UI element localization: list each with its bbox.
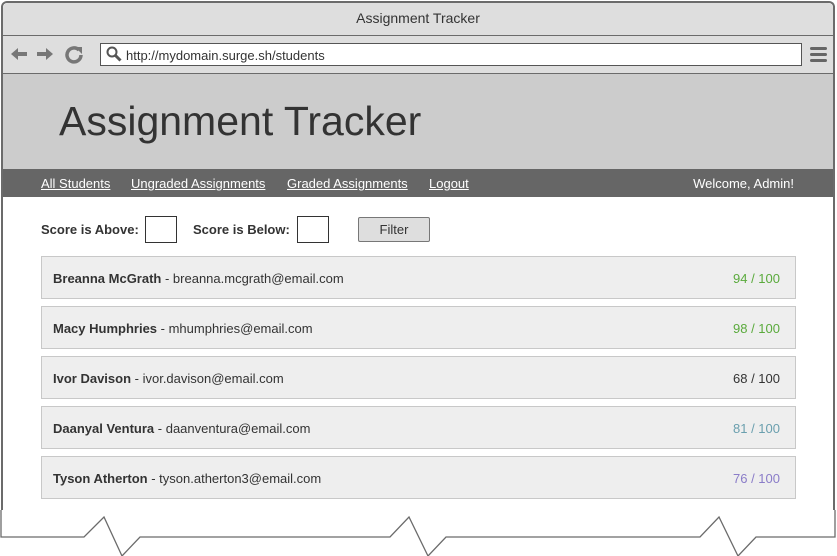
nav-bar: All Students Ungraded Assignments Graded…: [3, 169, 833, 197]
page-title: Assignment Tracker: [59, 98, 422, 144]
student-name: Breanna McGrath: [53, 271, 162, 286]
arrow-left-icon[interactable]: [9, 44, 29, 64]
score-below-input[interactable]: [297, 216, 329, 243]
student-email: - tyson.atherton3@email.com: [147, 471, 322, 486]
student-name: Tyson Atherton: [53, 471, 148, 486]
student-name: Ivor Davison: [53, 371, 132, 386]
student-list: Breanna McGrath - breanna.mcgrath@email.…: [41, 256, 796, 506]
url-text: http://mydomain.surge.sh/students: [126, 48, 325, 63]
student-score: 76 / 100: [733, 471, 780, 486]
url-bar[interactable]: http://mydomain.surge.sh/students: [100, 43, 802, 66]
browser-toolbar: http://mydomain.surge.sh/students: [3, 36, 833, 74]
student-email: - daanventura@email.com: [154, 421, 311, 436]
reload-icon[interactable]: [64, 44, 84, 64]
nav-link-graded-assignments[interactable]: Graded Assignments: [287, 176, 408, 191]
window-title: Assignment Tracker: [3, 3, 833, 36]
welcome-message: Welcome, Admin!: [693, 176, 794, 191]
student-row[interactable]: Macy Humphries - mhumphries@email.com 98…: [41, 306, 796, 349]
student-name: Macy Humphries: [53, 321, 158, 336]
score-above-label: Score is Above:: [41, 222, 139, 237]
student-email: - mhumphries@email.com: [157, 321, 313, 336]
student-name: Daanyal Ventura: [53, 421, 155, 436]
browser-window: Assignment Tracker http://mydomain.surge…: [1, 1, 835, 537]
nav-link-all-students[interactable]: All Students: [41, 176, 110, 191]
score-filter: Score is Above: Score is Below: Filter: [3, 214, 833, 244]
nav-link-logout[interactable]: Logout: [429, 176, 469, 191]
student-row[interactable]: Ivor Davison - ivor.davison@email.com 68…: [41, 356, 796, 399]
filter-button[interactable]: Filter: [358, 217, 430, 242]
score-below-label: Score is Below:: [193, 222, 290, 237]
student-score: 81 / 100: [733, 421, 780, 436]
page-header: Assignment Tracker: [3, 74, 833, 169]
student-row[interactable]: Breanna McGrath - breanna.mcgrath@email.…: [41, 256, 796, 299]
student-score: 98 / 100: [733, 321, 780, 336]
arrow-right-icon[interactable]: [35, 44, 55, 64]
nav-link-ungraded-assignments[interactable]: Ungraded Assignments: [131, 176, 265, 191]
torn-edge-divider: [0, 510, 837, 556]
hamburger-menu-icon[interactable]: [810, 47, 827, 64]
student-score: 68 / 100: [733, 371, 780, 386]
student-email: - breanna.mcgrath@email.com: [161, 271, 344, 286]
student-email: - ivor.davison@email.com: [131, 371, 284, 386]
student-score: 94 / 100: [733, 271, 780, 286]
search-icon: [106, 46, 122, 62]
student-row[interactable]: Daanyal Ventura - daanventura@email.com …: [41, 406, 796, 449]
score-above-input[interactable]: [145, 216, 177, 243]
student-row[interactable]: Tyson Atherton - tyson.atherton3@email.c…: [41, 456, 796, 499]
